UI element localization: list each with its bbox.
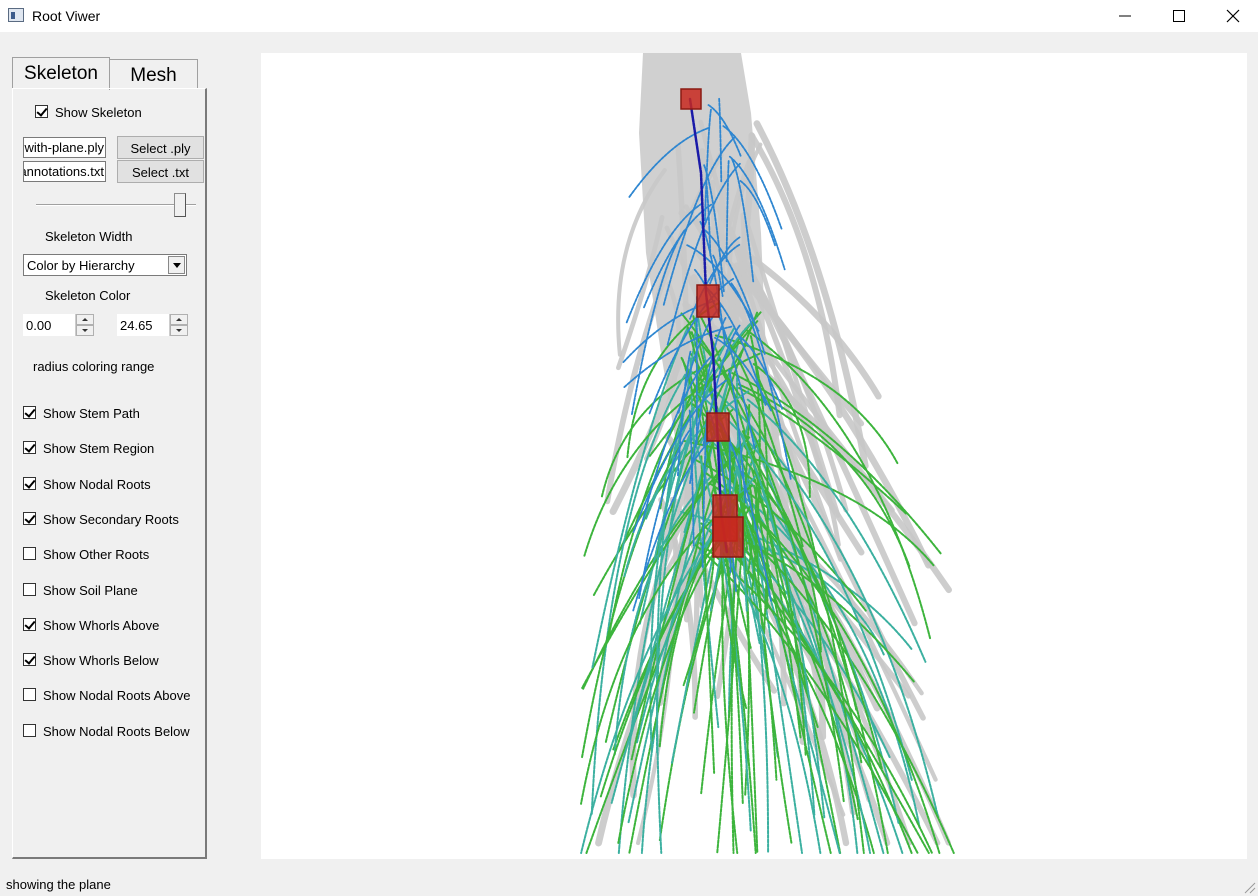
toggle-label: Show Other Roots — [43, 547, 150, 562]
toggle-label: Show Stem Region — [43, 441, 155, 456]
title-bar: Root Viwer — [0, 0, 1258, 32]
radius-min-input[interactable]: 0.00 — [23, 314, 75, 336]
whorl-box — [712, 516, 744, 558]
stepper-up-icon[interactable] — [76, 314, 94, 325]
toggle-checkbox[interactable] — [23, 406, 36, 419]
minimize-icon — [1119, 15, 1131, 17]
chevron-down-icon[interactable] — [168, 256, 185, 274]
resize-grip-icon[interactable] — [1240, 878, 1256, 894]
toggle-checkbox[interactable] — [23, 477, 36, 490]
toggle-label: Show Whorls Below — [43, 653, 159, 668]
show-skeleton-label: Show Skeleton — [55, 105, 142, 120]
skeleton-width-slider-thumb[interactable] — [174, 193, 186, 217]
3d-viewport[interactable] — [261, 53, 1247, 859]
window-title: Root Viwer — [32, 8, 101, 24]
ply-file-field[interactable]: with-plane.ply — [23, 137, 106, 158]
show-skeleton-checkbox[interactable] — [35, 105, 48, 118]
select-ply-button[interactable]: Select .ply — [117, 136, 204, 159]
tab-mesh[interactable]: Mesh — [109, 59, 198, 89]
toggle-checkbox[interactable] — [23, 618, 36, 631]
stepper-up-icon[interactable] — [170, 314, 188, 325]
close-button[interactable] — [1206, 0, 1258, 32]
toggle-checkbox[interactable] — [23, 547, 36, 560]
tab-skeleton[interactable]: Skeleton — [12, 57, 110, 90]
toggle-checkbox[interactable] — [23, 441, 36, 454]
minimize-button[interactable] — [1098, 0, 1152, 32]
toggle-checkbox[interactable] — [23, 688, 36, 701]
whorl-box — [696, 284, 720, 318]
toggle-label: Show Secondary Roots — [43, 512, 179, 527]
stepper-down-icon[interactable] — [170, 325, 188, 336]
whorl-box — [680, 88, 702, 110]
status-text: showing the plane — [6, 877, 111, 892]
txt-file-field[interactable]: annotations.txt — [23, 161, 106, 182]
toggle-label: Show Nodal Roots Above — [43, 688, 191, 703]
select-txt-button[interactable]: Select .txt — [117, 160, 204, 183]
skeleton-color-selected: Color by Hierarchy — [27, 258, 135, 273]
skeleton-width-slider[interactable] — [36, 204, 196, 206]
toggle-checkbox[interactable] — [23, 512, 36, 525]
maximize-icon — [1173, 10, 1185, 22]
skeleton-width-label: Skeleton Width — [45, 229, 133, 244]
toggle-checkbox[interactable] — [23, 724, 36, 737]
root-skeleton-render — [580, 53, 955, 854]
radius-max-stepper[interactable] — [169, 314, 188, 336]
radius-max-input[interactable]: 24.65 — [117, 314, 169, 336]
toggle-label: Show Nodal Roots — [43, 477, 151, 492]
maximize-button[interactable] — [1152, 0, 1206, 32]
toggle-checkbox[interactable] — [23, 653, 36, 666]
skeleton-color-select[interactable]: Color by Hierarchy — [23, 254, 187, 276]
skeleton-color-label: Skeleton Color — [45, 288, 131, 303]
close-icon — [1226, 9, 1240, 23]
toggle-label: Show Soil Plane — [43, 583, 138, 598]
radius-min-stepper[interactable] — [75, 314, 94, 336]
toggle-label: Show Stem Path — [43, 406, 140, 421]
whorl-box — [706, 412, 730, 442]
app-icon — [8, 8, 24, 22]
stepper-down-icon[interactable] — [76, 325, 94, 336]
toggle-checkbox[interactable] — [23, 583, 36, 596]
radius-range-label: radius coloring range — [33, 359, 155, 374]
toggle-label: Show Nodal Roots Below — [43, 724, 190, 739]
toggle-label: Show Whorls Above — [43, 618, 160, 633]
